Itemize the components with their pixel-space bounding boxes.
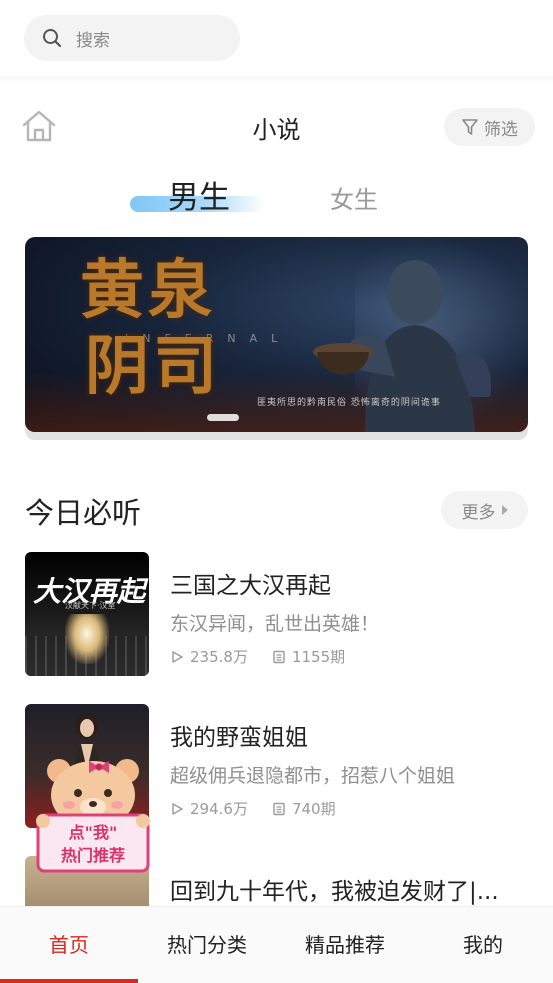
banner-tagline: 匪夷所思的黔南民俗 恐怖离奇的阴间诡事 xyxy=(257,398,441,408)
bottom-nav: 首页 热门分类 精品推荐 我的 xyxy=(0,906,553,983)
play-icon xyxy=(172,802,183,815)
cover-light xyxy=(65,614,109,664)
book-meta: 235.8万 1155期 xyxy=(170,646,345,667)
tab-male[interactable]: 男生 xyxy=(130,170,270,226)
nav-hot-categories[interactable]: 热门分类 xyxy=(138,929,276,958)
nav-featured[interactable]: 精品推荐 xyxy=(276,929,414,958)
book-title[interactable]: 我的野蛮姐姐 xyxy=(170,718,308,752)
more-button[interactable]: 更多 xyxy=(441,491,528,529)
play-icon xyxy=(172,650,183,663)
book-cover[interactable]: 大汉再起 汉献天下·汉室 xyxy=(25,552,149,676)
banner-carousel[interactable]: 黄泉 INFERNAL 阴司 匪夷所思的黔南民俗 恐怖离奇的阴间诡事 xyxy=(25,237,528,432)
banner-title-line1: 黄泉 xyxy=(80,253,216,328)
book-episodes: 740期 xyxy=(291,800,336,818)
filter-icon xyxy=(462,119,478,135)
book-plays: 294.6万 xyxy=(190,800,248,818)
search-icon xyxy=(43,29,62,48)
gender-tabs: 男生 女生 xyxy=(0,170,553,230)
episodes-icon xyxy=(273,650,285,663)
nav-active-indicator xyxy=(0,979,138,983)
promo-line1: 点"我" xyxy=(68,823,118,842)
filter-label: 筛选 xyxy=(484,119,518,140)
book-plays: 235.8万 xyxy=(190,648,248,666)
promo-line2: 热门推荐 xyxy=(60,846,125,865)
header-divider xyxy=(0,76,553,84)
filter-button[interactable]: 筛选 xyxy=(444,108,535,146)
chevron-right-icon xyxy=(501,505,508,515)
tab-male-label: 男生 xyxy=(168,180,230,216)
tab-female[interactable]: 女生 xyxy=(330,180,378,215)
more-label: 更多 xyxy=(461,502,496,523)
cover-subtitle-art: 汉献天下·汉室 xyxy=(65,601,116,610)
book-meta: 294.6万 740期 xyxy=(170,798,336,819)
episodes-icon xyxy=(273,802,285,815)
search-input[interactable]: 搜索 xyxy=(24,15,240,61)
book-desc: 东汉异闻，乱世出英雄！ xyxy=(170,613,380,635)
book-item[interactable]: 大汉再起 汉献天下·汉室 三国之大汉再起 东汉异闻，乱世出英雄！ 235.8万 … xyxy=(25,552,528,676)
nav-home[interactable]: 首页 xyxy=(0,929,138,958)
book-title[interactable]: 回到九十年代，我被迫发财了|... xyxy=(170,872,499,906)
banner-title-line2: 阴司 xyxy=(85,329,221,404)
carousel-indicator[interactable] xyxy=(207,414,239,421)
search-placeholder: 搜索 xyxy=(76,30,110,51)
book-desc: 超级佣兵退隐都市，招惹八个姐姐 xyxy=(170,765,456,787)
section-title: 今日必听 xyxy=(25,496,142,530)
book-title[interactable]: 三国之大汉再起 xyxy=(170,566,331,600)
nav-mine[interactable]: 我的 xyxy=(414,929,552,958)
book-episodes: 1155期 xyxy=(291,648,346,666)
